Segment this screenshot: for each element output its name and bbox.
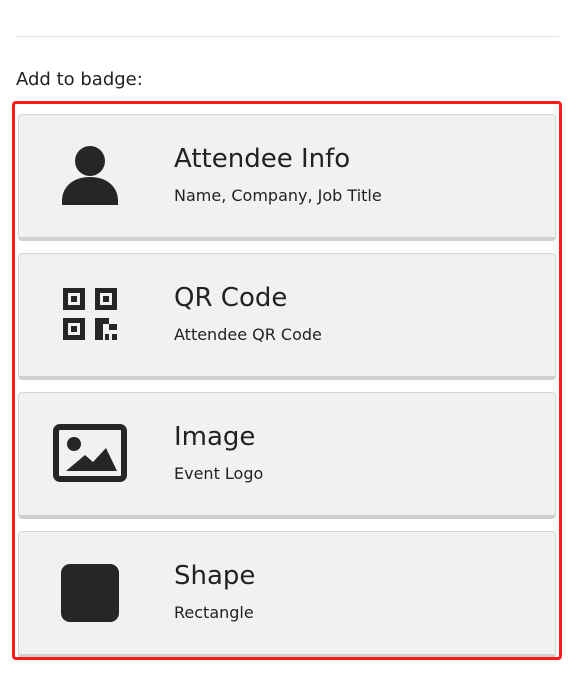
image-icon: [53, 421, 127, 485]
badge-options-highlight: Attendee Info Name, Company, Job Title Q…: [12, 101, 562, 660]
option-subtitle: Rectangle: [174, 603, 254, 622]
attendee-info-option[interactable]: Attendee Info Name, Company, Job Title: [18, 114, 556, 241]
option-title: Image: [174, 422, 256, 452]
option-title: QR Code: [174, 283, 288, 313]
badge-option-list: Attendee Info Name, Company, Job Title Q…: [18, 114, 556, 657]
qr-code-icon: [53, 282, 127, 346]
rectangle-icon: [53, 560, 127, 624]
option-title: Attendee Info: [174, 144, 351, 174]
option-title: Shape: [174, 561, 256, 591]
option-subtitle: Attendee QR Code: [174, 325, 322, 344]
option-subtitle: Event Logo: [174, 464, 264, 483]
user-icon: [53, 143, 127, 207]
image-option[interactable]: Image Event Logo: [18, 392, 556, 519]
qr-code-option[interactable]: QR Code Attendee QR Code: [18, 253, 556, 380]
shape-option[interactable]: Shape Rectangle: [18, 531, 556, 657]
section-divider: [16, 36, 559, 37]
option-subtitle: Name, Company, Job Title: [174, 186, 382, 205]
add-to-badge-label: Add to badge:: [16, 69, 143, 90]
